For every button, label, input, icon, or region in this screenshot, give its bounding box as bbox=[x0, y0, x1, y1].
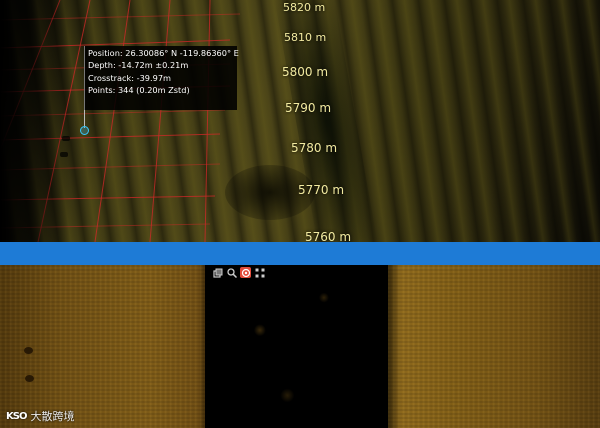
copy-icon bbox=[212, 268, 222, 278]
starboard-texture bbox=[388, 265, 600, 428]
seafloor-target bbox=[62, 136, 70, 141]
zoom-icon bbox=[226, 267, 237, 278]
cursor-marker[interactable] bbox=[80, 126, 89, 135]
fit-button[interactable] bbox=[254, 267, 265, 278]
sonar-3d-view[interactable]: 5820 m 5810 m 5800 m 5790 m 5780 m 5770 … bbox=[0, 0, 600, 242]
depth-marker: 5800 m bbox=[282, 65, 329, 79]
fit-icon bbox=[255, 268, 264, 277]
pane-splitter[interactable] bbox=[0, 242, 600, 265]
tooltip-points: Points: 344 (0.20m Zstd) bbox=[88, 85, 190, 96]
sidescan-target bbox=[25, 375, 34, 382]
depth-marker: 5810 m bbox=[284, 31, 327, 44]
target-icon bbox=[241, 268, 250, 277]
target-button[interactable] bbox=[240, 267, 251, 278]
water-column-returns bbox=[205, 265, 388, 428]
tooltip-depth: Depth: -14.72m ±0.21m bbox=[88, 60, 189, 71]
depth-marker: 5790 m bbox=[285, 101, 332, 115]
depth-marker: 5770 m bbox=[298, 183, 345, 197]
tooltip-crosstrack: Crosstrack: -39.97m bbox=[88, 72, 172, 83]
watermark: KSO 大散跨境 bbox=[6, 408, 74, 424]
tooltip-position: Position: 26.30086° N -119.86360° E bbox=[88, 48, 239, 58]
sidescan-waterfall-view[interactable] bbox=[0, 265, 600, 428]
seafloor-target bbox=[60, 152, 68, 157]
watermark-logo: KSO bbox=[6, 410, 27, 422]
watermark-text: 大散跨境 bbox=[30, 410, 75, 423]
sidescan-target bbox=[24, 347, 33, 354]
depth-marker: 5820 m bbox=[283, 1, 326, 14]
copy-button[interactable] bbox=[212, 267, 223, 278]
depth-marker: 5760 m bbox=[305, 230, 352, 242]
zoom-button[interactable] bbox=[226, 267, 237, 278]
sidescan-toolbar bbox=[212, 267, 265, 281]
info-tooltip: Position: 26.30086° N -119.86360° E Dept… bbox=[84, 46, 239, 110]
depth-marker: 5780 m bbox=[291, 141, 338, 155]
